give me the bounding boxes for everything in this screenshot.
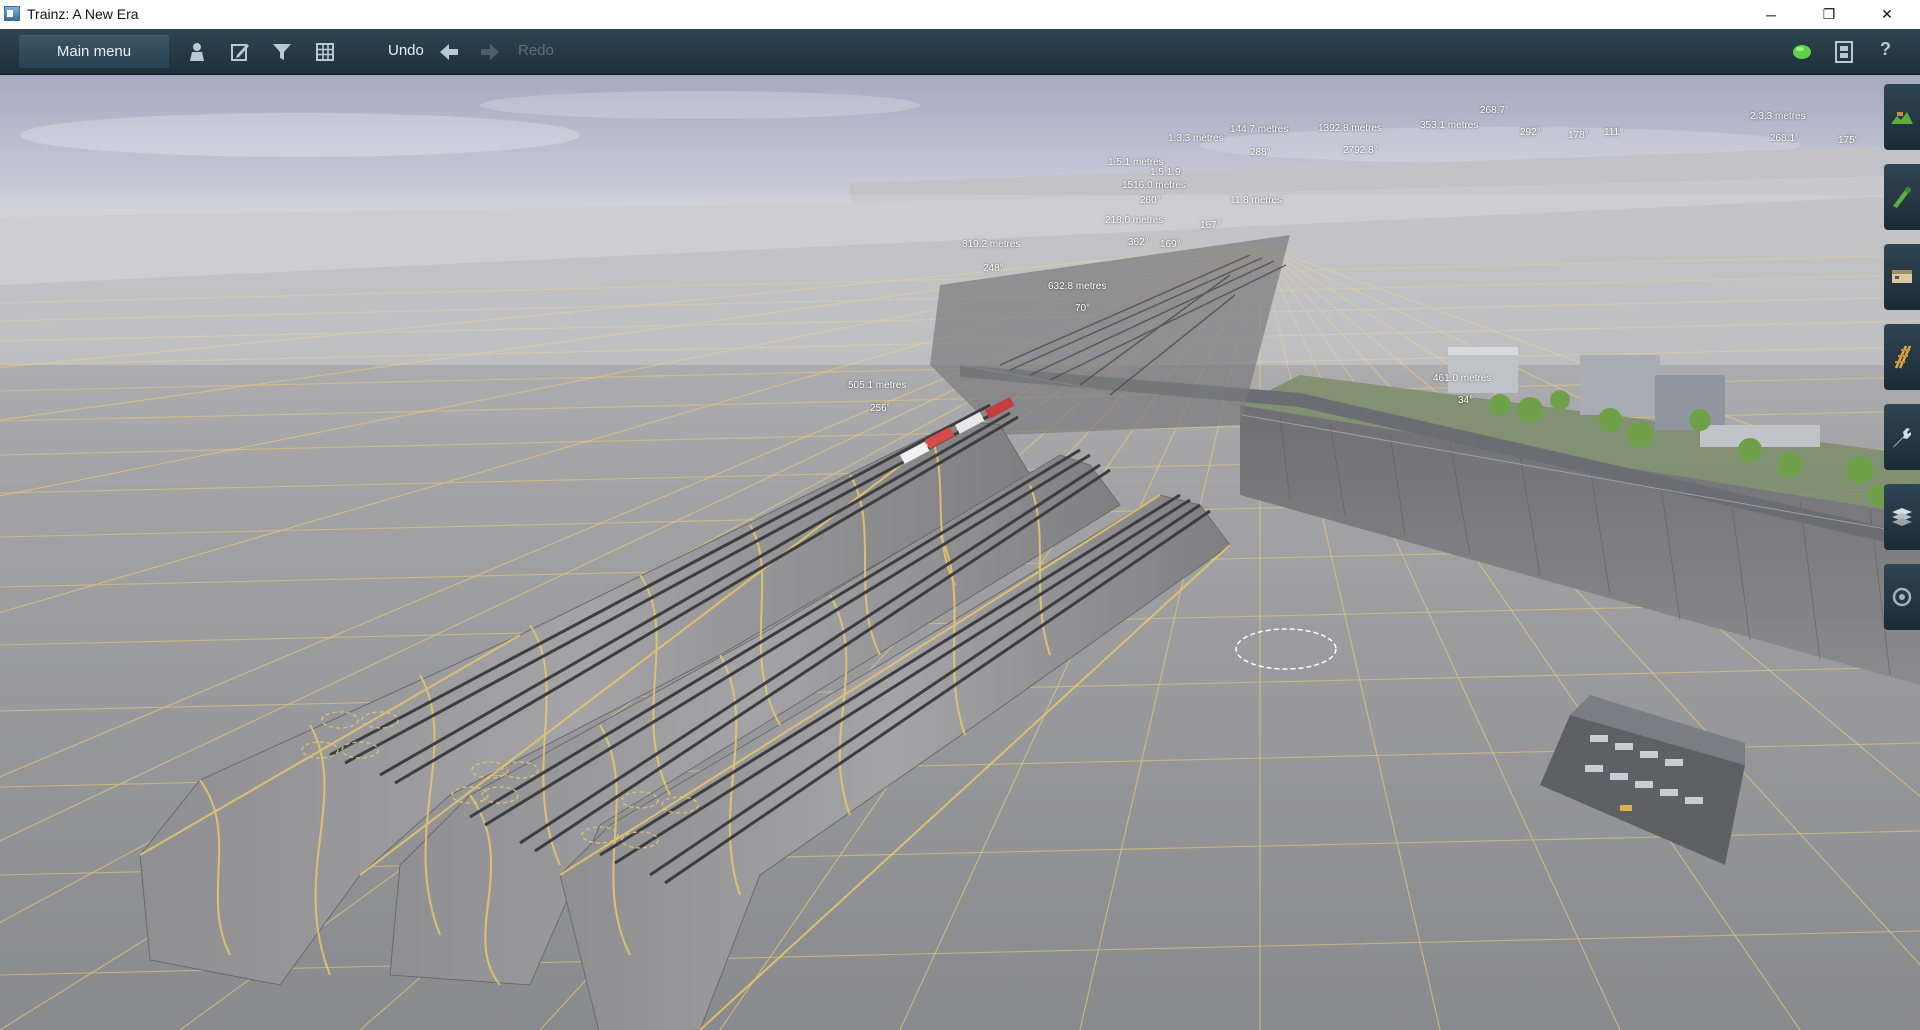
edit-icon[interactable] xyxy=(228,40,252,64)
measurement-label: 34° xyxy=(1458,395,1474,406)
track-tool-button[interactable] xyxy=(1884,324,1920,390)
redo-arrow-icon[interactable] xyxy=(478,40,502,64)
main-menu-button[interactable]: Main menu xyxy=(19,35,169,68)
measurement-label: 178° xyxy=(1568,130,1589,141)
online-status-icon[interactable] xyxy=(1790,40,1814,64)
app-icon xyxy=(4,6,20,21)
measurement-label: 461.0 metres xyxy=(1433,373,1492,384)
tools-button[interactable] xyxy=(1884,404,1920,470)
measurement-label: 268.7° xyxy=(1480,105,1510,116)
filter-icon[interactable] xyxy=(270,40,294,64)
settings-icon xyxy=(1892,587,1912,607)
measurement-label: 2.3.3 metres xyxy=(1750,111,1806,122)
measurement-label: 353.1 metres xyxy=(1420,120,1479,131)
measurement-label: 256° xyxy=(870,403,891,414)
layers-icon xyxy=(1892,508,1912,526)
measurement-label: 268.1° xyxy=(1770,133,1800,144)
3d-viewport[interactable]: 819.2 metres 248° 632.8 metres 70° 505.1… xyxy=(0,75,1920,1030)
measurement-label: 292° xyxy=(1520,127,1541,138)
measurement-label: 111° xyxy=(1604,127,1624,138)
measurement-label: 819.2 metres xyxy=(962,239,1021,250)
paint-icon xyxy=(1893,187,1911,208)
measurement-label: 1.3.3 metres xyxy=(1168,133,1224,144)
objects-icon xyxy=(1892,270,1912,283)
measurement-label: 169° xyxy=(1160,239,1181,250)
measurement-label: 1516.0 metres xyxy=(1122,180,1186,191)
track-icon xyxy=(1894,345,1912,369)
paint-tool-button[interactable] xyxy=(1884,164,1920,230)
measurement-label: 218.0 metres xyxy=(1105,215,1164,226)
undo-arrow-icon[interactable] xyxy=(437,40,461,64)
terrain-tool-button[interactable] xyxy=(1884,84,1920,150)
window-title-bar: Trainz: A New Era ─ ❐ ✕ xyxy=(0,0,1920,30)
objects-tool-button[interactable] xyxy=(1884,244,1920,310)
grid-icon[interactable] xyxy=(313,40,337,64)
editor-toolbar: Main menu Undo Redo ? xyxy=(0,29,1920,75)
person-icon[interactable] xyxy=(185,40,209,64)
window-title: Trainz: A New Era xyxy=(27,6,139,22)
measurement-label: 167° xyxy=(1200,220,1221,231)
minimize-button[interactable]: ─ xyxy=(1742,0,1800,29)
measurement-label: 632.8 metres xyxy=(1048,281,1107,292)
measurement-label: 175° xyxy=(1838,135,1859,146)
measurement-label: 288° xyxy=(1250,147,1271,158)
redo-label[interactable]: Redo xyxy=(518,42,554,59)
measurement-label: 260° xyxy=(1140,195,1161,206)
measurement-label: 70° xyxy=(1075,303,1091,314)
measurement-label: 362° xyxy=(1128,237,1149,248)
tools-icon xyxy=(1893,428,1911,448)
measurement-label: 2792.8° xyxy=(1343,145,1378,156)
terrain-scene xyxy=(0,75,1920,1030)
measurement-label: 248° xyxy=(983,263,1004,274)
undo-label[interactable]: Undo xyxy=(388,42,424,59)
filmstrip-icon[interactable] xyxy=(1832,40,1856,64)
help-icon[interactable]: ? xyxy=(1880,39,1891,60)
measurement-label: 1392.8 metres xyxy=(1318,123,1382,134)
measurement-label: 144.7 metres xyxy=(1230,124,1289,135)
measurement-label: 11.8 metres xyxy=(1230,195,1283,206)
measurement-label: 505.1 metres xyxy=(848,380,907,391)
measurement-label: 1.5.1.9 xyxy=(1150,167,1181,178)
terrain-icon xyxy=(1891,112,1913,124)
close-button[interactable]: ✕ xyxy=(1858,0,1916,29)
settings-button[interactable] xyxy=(1884,564,1920,630)
layers-button[interactable] xyxy=(1884,484,1920,550)
restore-button[interactable]: ❐ xyxy=(1800,0,1858,29)
